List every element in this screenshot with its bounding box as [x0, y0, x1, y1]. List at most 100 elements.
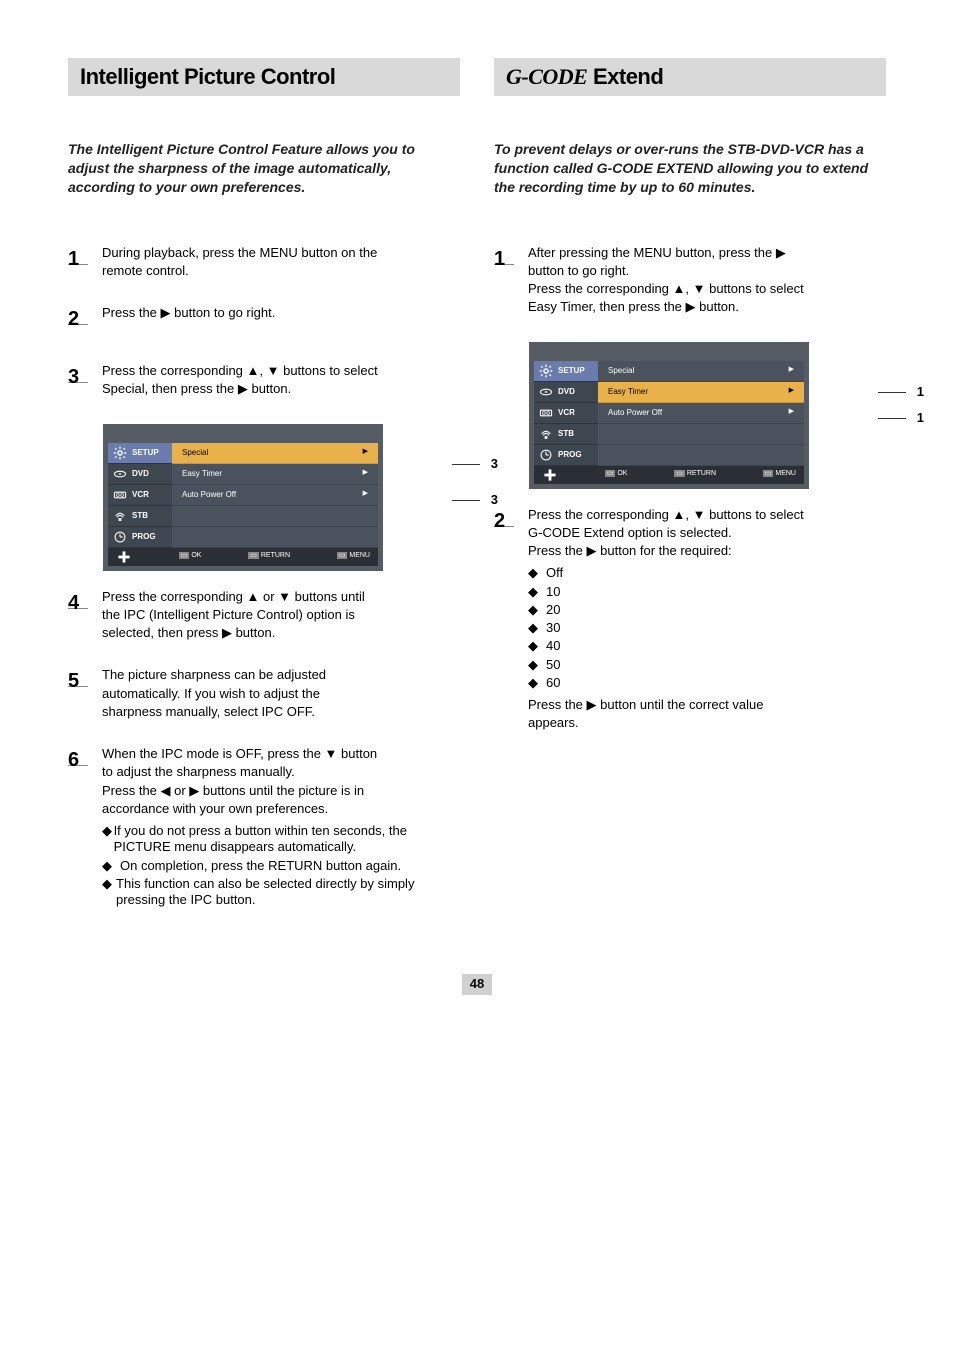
- list-item: ◆If you do not press a button within ten…: [102, 823, 460, 856]
- step-line: Special, then press the ▶ button.: [102, 381, 460, 397]
- osd-sidebar: SETUP DVD VCR STB PROG: [534, 361, 598, 466]
- vcr-icon: [538, 406, 554, 420]
- step-line: Press the ▶ button for the required:: [528, 543, 886, 559]
- step-number: 1: [494, 245, 528, 318]
- list-item: ◆On completion, press the RETURN button …: [102, 858, 460, 874]
- osd-side-stb: STB: [108, 506, 172, 527]
- page-footer: 48: [68, 974, 886, 994]
- step-line: When the IPC mode is OFF, press the ▼ bu…: [102, 746, 460, 762]
- step-number: 3: [68, 363, 102, 400]
- osd-bottom-bar: ▭OK ▭RETURN ▭MENU: [108, 548, 378, 566]
- return-icon: ▭: [248, 552, 259, 559]
- page-number: 48: [462, 974, 492, 994]
- osd-row-easytimer: Easy Timer▶: [172, 464, 378, 485]
- left-header: Intelligent Picture Control: [68, 58, 460, 96]
- step-line: selected, then press ▶ button.: [102, 625, 460, 641]
- osd-side-dvd: DVD: [534, 382, 598, 403]
- left-step-4: 4 Press the corresponding ▲ or ▼ buttons…: [68, 589, 460, 644]
- left-step-1: 1 During playback, press the MENU button…: [68, 245, 460, 282]
- left-step-2: 2 Press the ▶ button to go right.: [68, 305, 460, 339]
- gear-icon: [112, 446, 128, 460]
- stb-icon: [112, 509, 128, 523]
- list-item: ◆20: [528, 602, 886, 618]
- osd-callouts: 1 1: [917, 384, 924, 427]
- list-item: ◆10: [528, 584, 886, 600]
- step-number: 4: [68, 589, 102, 644]
- right-step2-sublist: ◆Off ◆10 ◆20 ◆30 ◆40 ◆50 ◆60: [528, 565, 886, 691]
- step-line: Press the ▶ button to go right.: [102, 305, 460, 321]
- left-column: Intelligent Picture Control The Intellig…: [68, 58, 460, 934]
- dpad-icon: [116, 550, 132, 564]
- callout-label: 3: [491, 492, 498, 507]
- chevron-right-icon: ▶: [363, 448, 368, 457]
- menu-icon: ▭: [337, 552, 348, 559]
- step-line: remote control.: [102, 263, 460, 279]
- osd-side-stb: STB: [534, 424, 598, 445]
- list-item: ◆30: [528, 620, 886, 636]
- osd-side-vcr: VCR: [108, 485, 172, 506]
- osd-side-prog: PROG: [108, 527, 172, 548]
- step-line: the IPC (Intelligent Picture Control) op…: [102, 607, 460, 623]
- osd-row-special: Special▶: [598, 361, 804, 382]
- chevron-right-icon: ▶: [789, 366, 794, 375]
- step-number: 2: [68, 305, 102, 339]
- osd-main: Special▶ Easy Timer▶ Auto Power Off▶: [598, 361, 804, 466]
- dpad-icon: [542, 468, 558, 482]
- step-line: G-CODE Extend option is selected.: [528, 525, 886, 541]
- chevron-right-icon: ▶: [789, 408, 794, 417]
- right-step-2: 2 Press the corresponding ▲, ▼ buttons t…: [494, 507, 886, 734]
- list-item: ◆Off: [528, 565, 886, 581]
- step-number: 6: [68, 746, 102, 910]
- list-item: ◆60: [528, 675, 886, 691]
- left-step-5: 5 The picture sharpness can be adjusted …: [68, 667, 460, 722]
- osd-side-setup: SETUP: [108, 443, 172, 464]
- callout-label: 3: [491, 456, 498, 471]
- step-line: button to go right.: [528, 263, 886, 279]
- osd-row-special: Special▶: [172, 443, 378, 464]
- right-osd-screenshot: SETUP DVD VCR STB PROG Special▶ Easy Tim…: [529, 342, 886, 489]
- osd-row-easytimer: Easy Timer▶: [598, 382, 804, 403]
- right-header-title: G-CODE Extend: [506, 63, 663, 91]
- clock-icon: [112, 530, 128, 544]
- osd-side-dvd: DVD: [108, 464, 172, 485]
- callout-label: 1: [917, 410, 924, 425]
- clock-icon: [538, 448, 554, 462]
- list-item: ◆50: [528, 657, 886, 673]
- vcr-icon: [112, 488, 128, 502]
- osd-side-vcr: VCR: [534, 403, 598, 424]
- step-line: During playback, press the MENU button o…: [102, 245, 460, 261]
- step-line: sharpness manually, select IPC OFF.: [102, 704, 460, 720]
- osd-main: Special▶ Easy Timer▶ Auto Power Off▶: [172, 443, 378, 548]
- left-step-3: 3 Press the corresponding ▲, ▼ buttons t…: [68, 363, 460, 400]
- step-line: to adjust the sharpness manually.: [102, 764, 460, 780]
- ok-icon: ▭: [605, 470, 616, 477]
- chevron-right-icon: ▶: [363, 490, 368, 499]
- step-line: Press the corresponding ▲, ▼ buttons to …: [528, 281, 886, 297]
- step-line: After pressing the MENU button, press th…: [528, 245, 886, 261]
- step-line: appears.: [528, 715, 886, 731]
- osd-menu: ▭MENU: [763, 470, 796, 479]
- step-line: Easy Timer, then press the ▶ button.: [528, 299, 886, 315]
- osd-return: ▭RETURN: [248, 552, 290, 561]
- ok-icon: ▭: [179, 552, 190, 559]
- list-item: ◆This function can also be selected dire…: [102, 876, 460, 909]
- right-intro-note: To prevent delays or over-runs the STB-D…: [494, 140, 886, 197]
- return-icon: ▭: [674, 470, 685, 477]
- osd-bottom-bar: ▭OK ▭RETURN ▭MENU: [534, 466, 804, 484]
- step-number: 2: [494, 507, 528, 734]
- chevron-right-icon: ▶: [363, 469, 368, 478]
- step-line: The picture sharpness can be adjusted: [102, 667, 460, 683]
- step-line: accordance with your own preferences.: [102, 801, 460, 817]
- stb-icon: [538, 427, 554, 441]
- left-intro-note: The Intelligent Picture Control Feature …: [68, 140, 460, 197]
- step-line: Press the ▶ button until the correct val…: [528, 697, 886, 713]
- dvd-icon: [112, 467, 128, 481]
- left-step-6: 6 When the IPC mode is OFF, press the ▼ …: [68, 746, 460, 910]
- osd-sidebar: SETUP DVD VCR STB PROG: [108, 443, 172, 548]
- osd-menu: ▭MENU: [337, 552, 370, 561]
- gear-icon: [538, 364, 554, 378]
- callout-label: 1: [917, 384, 924, 399]
- step-line: Press the corresponding ▲, ▼ buttons to …: [528, 507, 886, 523]
- osd-callouts: 3 3: [491, 456, 498, 509]
- right-column: G-CODE Extend To prevent delays or over-…: [494, 58, 886, 934]
